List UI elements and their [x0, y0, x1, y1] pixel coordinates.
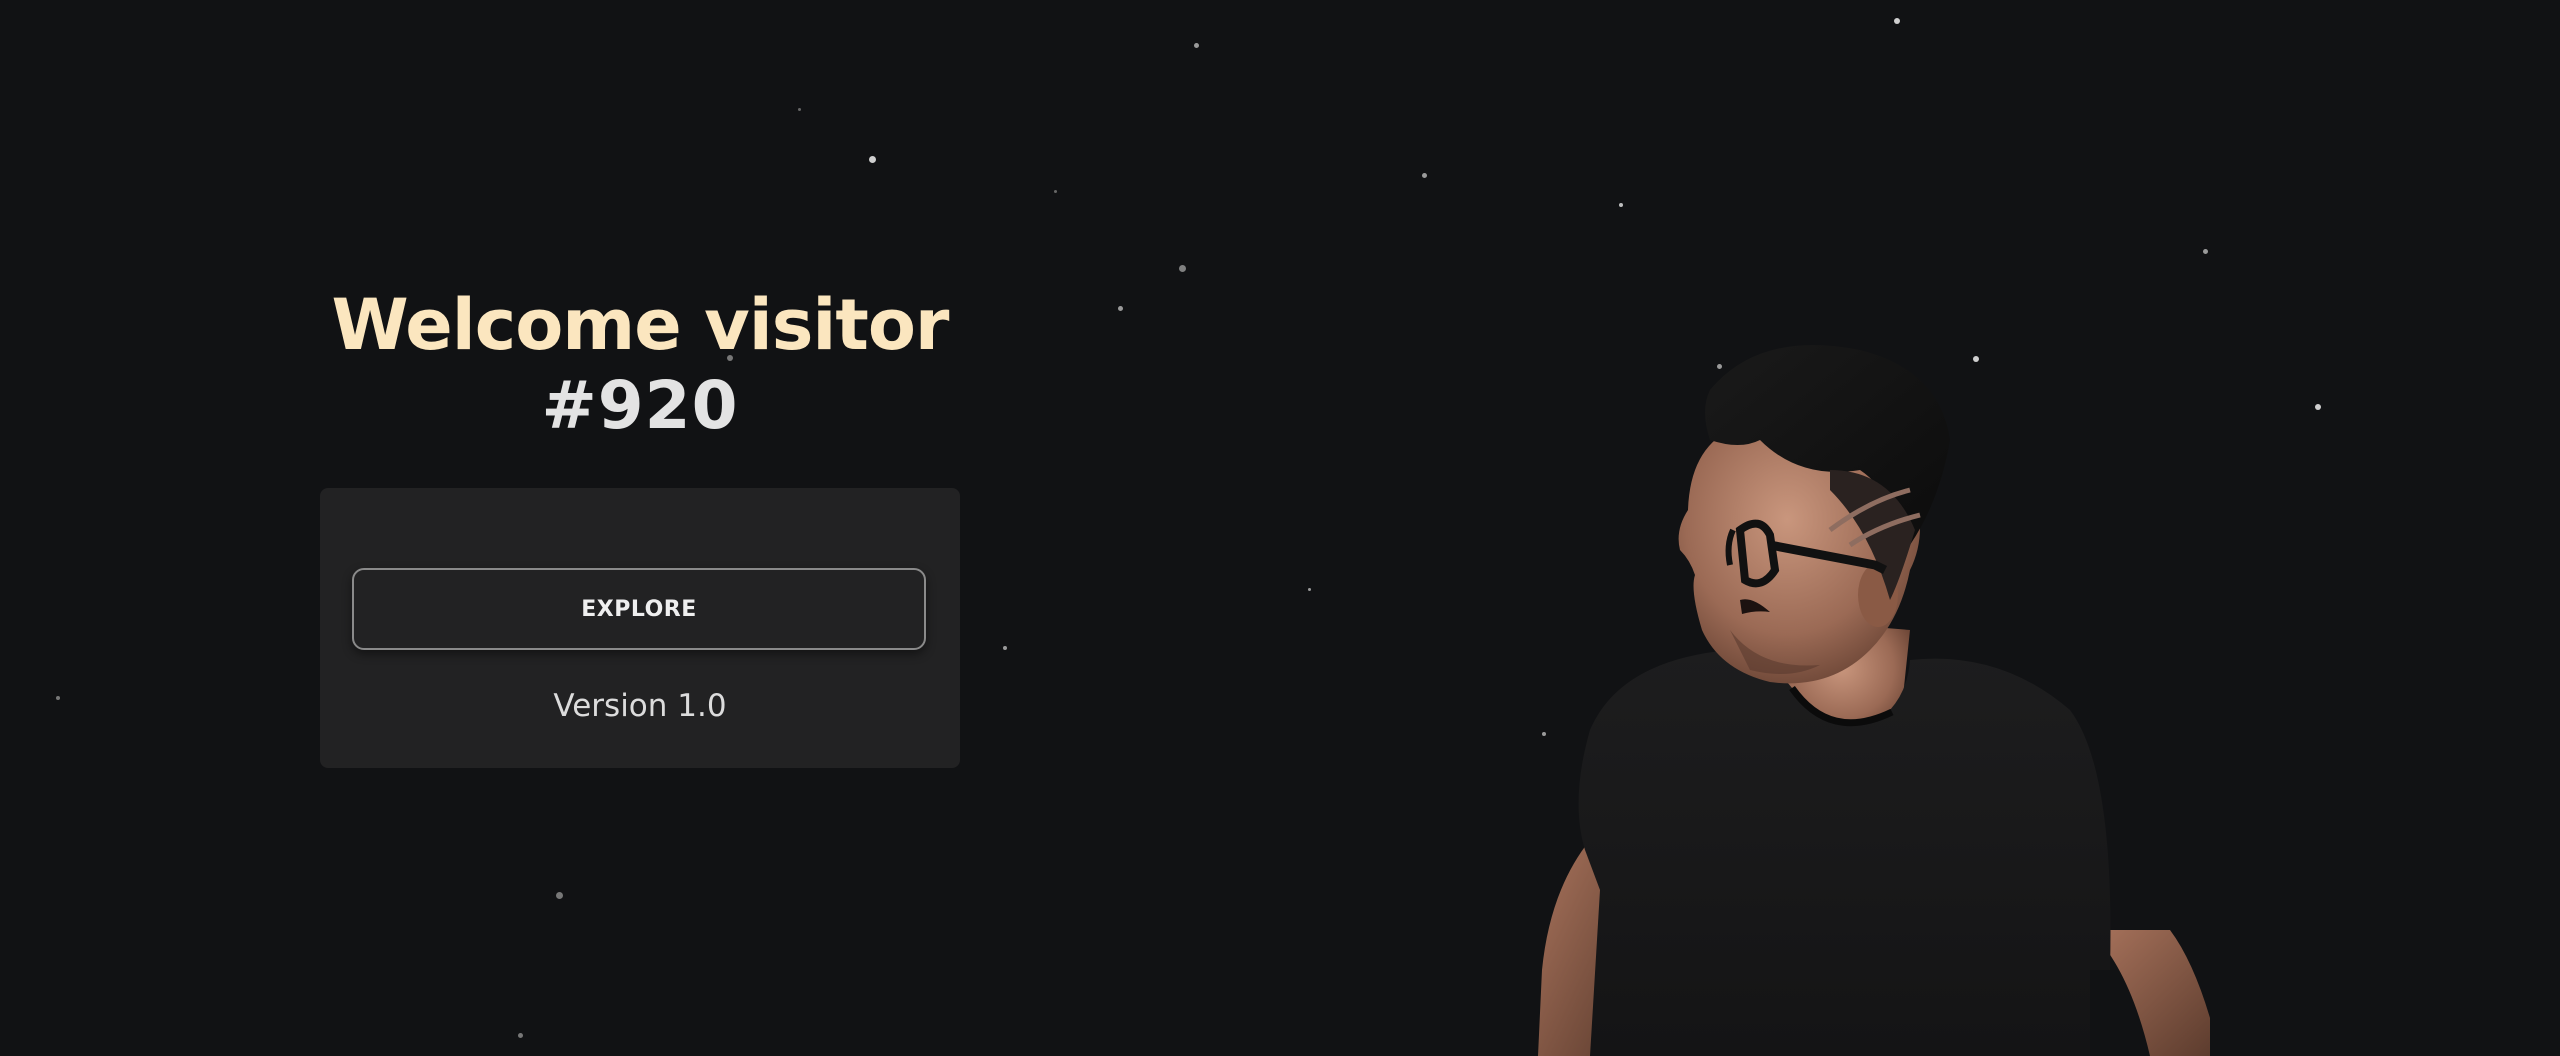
- welcome-title: Welcome visitor: [331, 284, 950, 366]
- version-label: Version 1.0: [553, 688, 727, 724]
- star: [1003, 646, 1007, 650]
- star: [1118, 306, 1123, 311]
- star: [2203, 249, 2208, 254]
- star: [556, 892, 563, 899]
- action-panel: EXPLORE Version 1.0: [320, 488, 960, 768]
- scene-background: Welcome visitor #920 EXPLORE Version 1.0: [0, 0, 2560, 1056]
- star: [1054, 190, 1057, 193]
- star: [518, 1033, 523, 1038]
- star: [1619, 203, 1623, 207]
- star: [1894, 18, 1900, 24]
- star: [2315, 404, 2321, 410]
- star: [1422, 173, 1427, 178]
- star: [798, 108, 801, 111]
- visitor-number: #920: [541, 367, 739, 444]
- star: [869, 156, 876, 163]
- star: [1308, 588, 1311, 591]
- star: [1194, 43, 1199, 48]
- star: [1179, 265, 1186, 272]
- welcome-heading: Welcome visitor #920: [320, 284, 960, 446]
- avatar-figure: [1538, 345, 2210, 1056]
- explore-button[interactable]: EXPLORE: [352, 568, 926, 650]
- star: [56, 696, 60, 700]
